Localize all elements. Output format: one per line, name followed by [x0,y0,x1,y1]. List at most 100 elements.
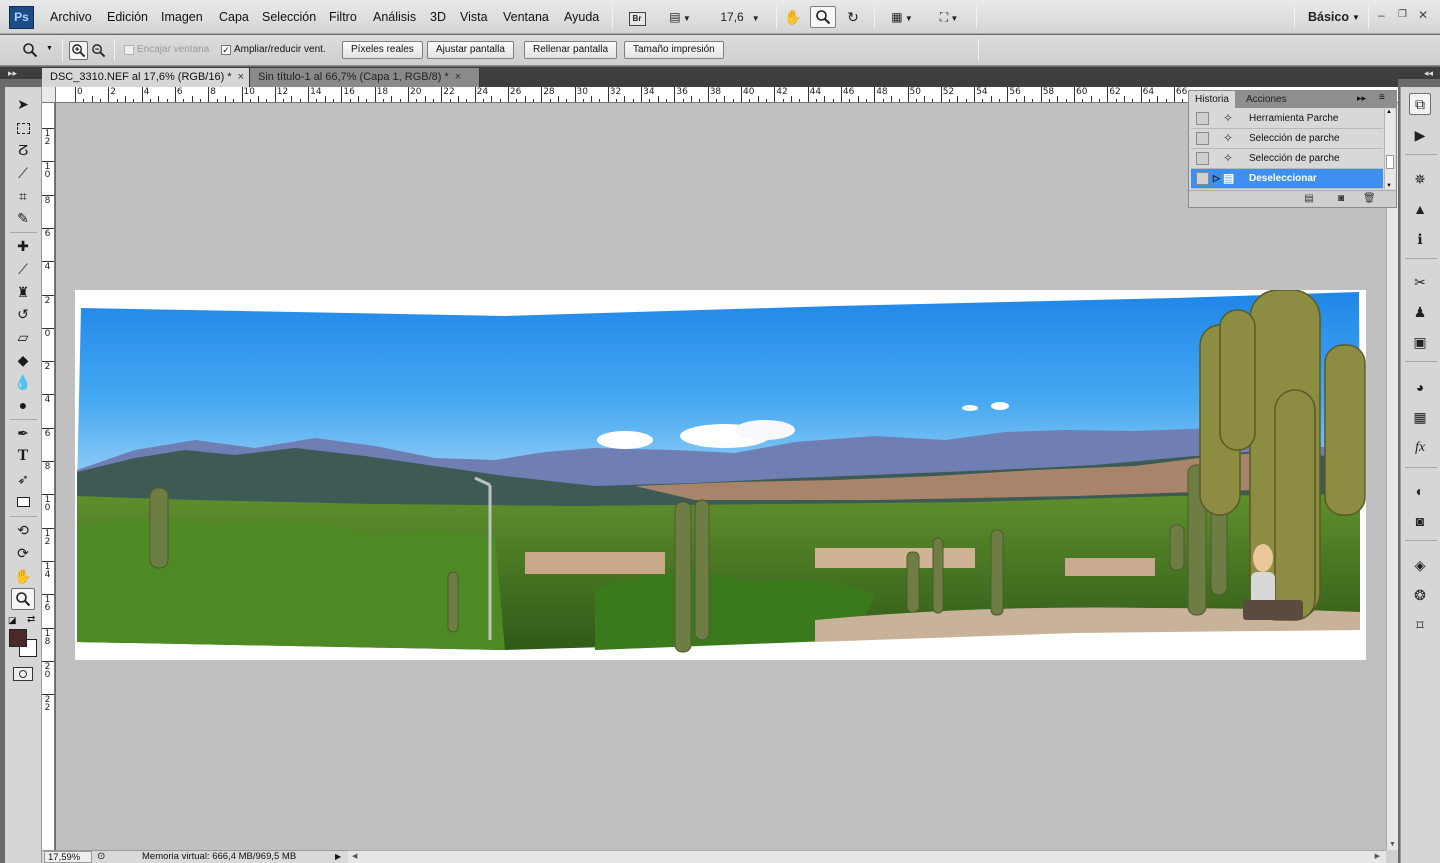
scroll-down-icon[interactable]: ▼ [1386,183,1392,189]
scroll-up-icon[interactable]: ▲ [1386,109,1392,115]
menu-seleccion[interactable]: Selección [262,10,316,24]
history-item-seleccion-parche-1[interactable]: ✧ Selección de parche [1191,129,1383,149]
actual-pixels-button[interactable]: Píxeles reales [342,41,423,59]
zoom-level-dropdown[interactable]: 17,6 ▼ [716,6,764,28]
history-scroll-thumb[interactable] [1386,155,1394,169]
canvas-area[interactable] [56,103,1386,850]
path-selection-tool[interactable]: ➶ [11,468,35,490]
scroll-left-icon[interactable]: ◀ [352,851,357,863]
history-scrollbar[interactable]: ▲ ▼ [1384,109,1395,189]
resize-windows-checkbox[interactable]: ✓ Ampliar/reducir vent. [221,44,326,55]
fit-screen-button[interactable]: Ajustar pantalla [427,41,514,59]
adjustments-panel-button[interactable]: ◐ [1409,480,1431,502]
print-size-button[interactable]: Tamaño impresión [624,41,724,59]
hand-tool[interactable]: ✋ [11,565,35,587]
tab-dsc3310[interactable]: DSC_3310.NEF al 17,6% (RGB/16) * × [42,68,250,87]
menu-analisis[interactable]: Análisis [373,10,416,24]
extras-dropdown[interactable]: ▤ ▼ [662,6,698,28]
actions-panel-button[interactable]: ▶ [1409,124,1431,146]
menu-edicion[interactable]: Edición [107,10,148,24]
hand-tool-button[interactable]: ✋ [782,6,804,28]
channels-panel-button[interactable]: ❂ [1409,584,1431,606]
crop-tool[interactable]: ⌗ [11,185,35,207]
pen-tool[interactable]: ✒ [11,422,35,444]
blur-tool[interactable]: 💧 [11,371,35,393]
ruler-origin[interactable] [42,87,56,103]
quick-selection-tool[interactable]: ⟋ [11,162,35,184]
close-icon[interactable]: × [238,71,244,83]
move-tool[interactable]: ➤ [11,93,35,115]
app-logo[interactable]: Ps [9,6,34,29]
scroll-right-icon[interactable]: ▶ [1375,851,1380,863]
info-panel-button[interactable]: ℹ [1409,228,1431,250]
menu-imagen[interactable]: Imagen [161,10,203,24]
vertical-ruler[interactable]: 1 2 1 0 8 6 4 2 0 2 4 6 8 1 0 1 2 1 4 1 6 1 8 2 0 2 2 [42,103,55,850]
menu-archivo[interactable]: Archivo [50,10,92,24]
history-item-seleccion-parche-2[interactable]: ✧ Selección de parche [1191,149,1383,169]
panel-menu-icon[interactable]: ≡ [1379,92,1385,103]
healing-brush-tool[interactable]: ✚ [11,235,35,257]
close-icon[interactable]: ✕ [1418,8,1428,22]
tab-sin-titulo-1[interactable]: Sin título-1 al 66,7% (Capa 1, RGB/8) * × [250,68,480,87]
collapse-panel-icon[interactable]: ▸▸ [1357,93,1366,104]
expand-tools-icon[interactable]: ▸▸ [8,67,17,79]
history-source-toggle[interactable] [1196,112,1209,125]
history-item-herramienta-parche[interactable]: ✧ Herramienta Parche [1191,109,1383,129]
tab-acciones[interactable]: Acciones [1240,91,1293,108]
history-source-toggle[interactable] [1196,132,1209,145]
collapse-dock-icon[interactable]: ◂◂ [1424,67,1433,79]
vertical-scrollbar[interactable]: ▲ ▼ [1386,103,1398,850]
marquee-tool[interactable] [11,117,35,139]
menu-3d[interactable]: 3D [430,10,446,24]
swatches-panel-button[interactable]: ▦ [1409,406,1431,428]
rectangle-tool[interactable] [11,491,35,513]
3d-rotate-tool[interactable]: ⟲ [11,519,35,541]
tab-historia[interactable]: Historia [1189,91,1235,108]
fill-screen-button[interactable]: Rellenar pantalla [524,41,618,59]
arrange-documents-dropdown[interactable]: ▦ ▼ [884,6,920,28]
delete-state-icon[interactable]: 🗑 [1363,193,1376,204]
status-zoom-field[interactable]: 17,59% [44,851,92,863]
paint-bucket-tool[interactable]: ◆ [11,349,35,371]
status-info-icon[interactable]: ⊙ [97,851,105,863]
quick-mask-button[interactable] [13,667,33,681]
tool-presets-panel-button[interactable]: ▣ [1409,331,1431,353]
color-panel-button[interactable]: ◕ [1409,376,1431,398]
menu-filtro[interactable]: Filtro [329,10,357,24]
menu-capa[interactable]: Capa [219,10,249,24]
history-panel-button[interactable]: ⧉ [1409,93,1431,115]
swap-colors-icon[interactable]: ⇄ [27,614,35,625]
menu-ventana[interactable]: Ventana [503,10,549,24]
paths-panel-button[interactable]: ⌑ [1409,614,1431,636]
styles-panel-button[interactable]: fx [1409,437,1431,459]
rotate-view-button[interactable]: ↻ [842,6,864,28]
history-source-toggle[interactable] [1196,152,1209,165]
bridge-button[interactable]: Br [626,6,648,28]
clone-source-panel-button[interactable]: ♟ [1409,301,1431,323]
restore-icon[interactable]: ❐ [1398,9,1407,20]
3d-orbit-tool[interactable]: ⟳ [11,542,35,564]
scroll-down-icon[interactable]: ▼ [1389,841,1396,848]
layers-panel-button[interactable]: ◈ [1409,554,1431,576]
clone-stamp-tool[interactable]: ♜ [11,281,35,303]
history-brush-tool[interactable]: ↺ [11,303,35,325]
dodge-tool[interactable]: ● [11,394,35,416]
screen-mode-dropdown[interactable]: ⛶ ▼ [930,6,968,28]
type-tool[interactable]: T [11,445,35,467]
horizontal-scrollbar[interactable]: ◀ ▶ [348,850,1386,863]
histogram-panel-button[interactable]: ▲ [1409,198,1431,220]
chevron-down-icon[interactable]: ▼ [1352,13,1360,22]
brush-tool[interactable]: ⟋ [11,258,35,280]
minimize-icon[interactable]: – [1378,8,1385,22]
default-colors-icon[interactable]: ◪ [8,615,17,626]
eyedropper-tool[interactable]: ✎ [11,207,35,229]
workspace-switcher[interactable]: Básico [1308,10,1349,24]
menu-ayuda[interactable]: Ayuda [564,10,599,24]
foreground-color-swatch[interactable] [9,629,27,647]
status-menu-arrow-icon[interactable]: ▶ [335,851,341,863]
eraser-tool[interactable]: ▱ [11,326,35,348]
new-document-from-state-icon[interactable]: ▤ [1303,193,1315,204]
zoom-tool-button[interactable] [810,6,836,28]
new-snapshot-icon[interactable]: ◙ [1335,193,1347,204]
fit-window-checkbox[interactable]: Encajar ventana [124,44,209,55]
